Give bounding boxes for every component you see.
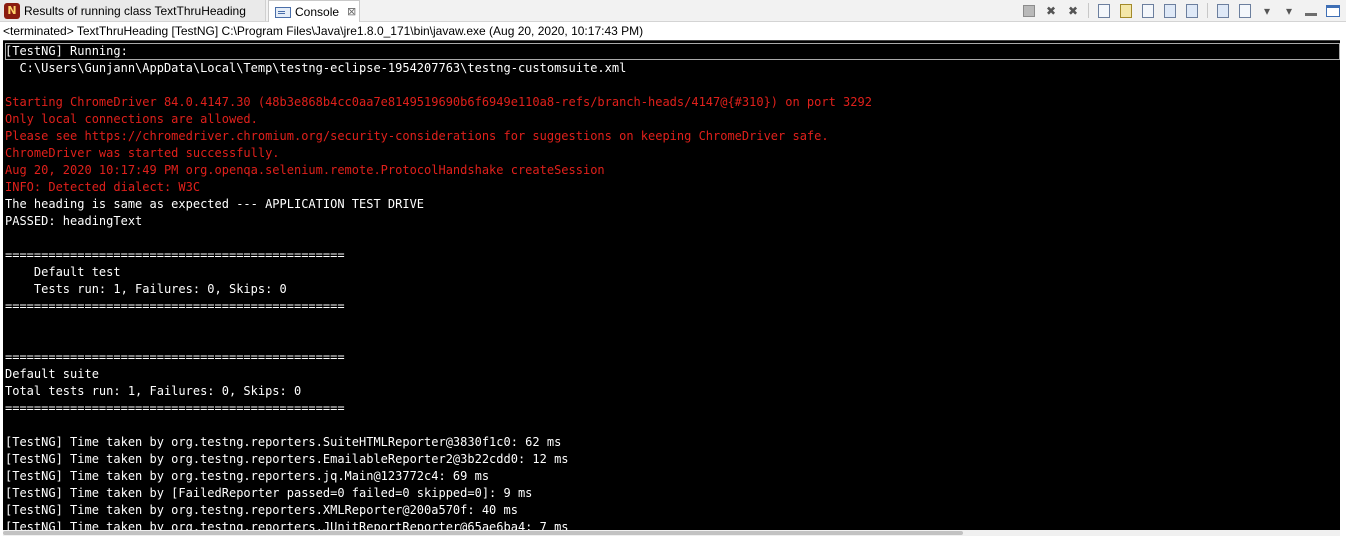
minimize-button[interactable] <box>1302 2 1320 20</box>
scroll-lock-button[interactable] <box>1117 2 1135 20</box>
console-line: [TestNG] Time taken by org.testng.report… <box>5 452 569 466</box>
minimize-icon <box>1305 13 1317 16</box>
view-menu-button[interactable]: ▾ <box>1280 2 1298 20</box>
process-status-label: <terminated> TextThruHeading [TestNG] C:… <box>0 22 1346 40</box>
scroll-lock-icon <box>1120 3 1132 18</box>
maximize-icon <box>1326 4 1340 17</box>
terminate-button[interactable] <box>1020 2 1038 20</box>
console-line: ========================================… <box>5 401 345 415</box>
close-tab-button[interactable]: ⊠ <box>347 5 356 18</box>
show-stderr-button[interactable] <box>1183 2 1201 20</box>
toolbar-separator <box>1207 3 1208 18</box>
horizontal-scrollbar[interactable] <box>3 530 1340 536</box>
pin-console-icon <box>1217 3 1229 18</box>
remove-all-terminated-icon: ✖ <box>1067 3 1079 18</box>
show-stderr-icon <box>1186 3 1198 18</box>
clear-console-icon <box>1098 3 1110 18</box>
console-line: [TestNG] Time taken by org.testng.report… <box>5 435 562 449</box>
tab-testng-results[interactable]: N Results of running class TextThruHeadi… <box>0 0 266 21</box>
view-menu-icon: ▾ <box>1285 3 1293 18</box>
console-toolbar: ✖ ✖ ▾ ▾ <box>1020 1 1342 20</box>
console-line: Aug 20, 2020 10:17:49 PM org.openqa.sele… <box>5 163 605 177</box>
show-stdout-icon <box>1164 3 1176 18</box>
console-line: Tests run: 1, Failures: 0, Skips: 0 <box>5 282 287 296</box>
console-line: [TestNG] Time taken by org.testng.report… <box>5 503 518 517</box>
open-console-button[interactable]: ▾ <box>1258 2 1276 20</box>
console-line: ========================================… <box>5 299 345 313</box>
open-console-icon: ▾ <box>1263 3 1271 18</box>
console-icon <box>275 6 291 18</box>
tab-label: Console <box>295 4 340 19</box>
console-line: The heading is same as expected --- APPL… <box>5 197 425 211</box>
remove-launch-button[interactable]: ✖ <box>1042 2 1060 20</box>
word-wrap-button[interactable] <box>1139 2 1157 20</box>
word-wrap-icon <box>1142 3 1154 18</box>
console-output-area[interactable]: [TestNG] Running: C:\Users\Gunjann\AppDa… <box>3 40 1340 530</box>
console-text[interactable]: [TestNG] Running: C:\Users\Gunjann\AppDa… <box>3 41 1340 530</box>
console-line: INFO: Detected dialect: W3C <box>5 180 201 194</box>
terminate-icon <box>1023 4 1035 17</box>
console-line: Please see https://chromedriver.chromium… <box>5 129 829 143</box>
console-line: [TestNG] Time taken by org.testng.report… <box>5 520 569 530</box>
console-line: [TestNG] Time taken by org.testng.report… <box>5 469 490 483</box>
horizontal-scrollbar-thumb[interactable] <box>3 531 963 535</box>
console-line: ========================================… <box>5 350 345 364</box>
testng-icon: N <box>4 2 20 19</box>
remove-all-terminated-button[interactable]: ✖ <box>1064 2 1082 20</box>
clear-console-button[interactable] <box>1095 2 1113 20</box>
console-line: Default test <box>5 265 121 279</box>
toolbar-separator <box>1088 3 1089 18</box>
display-selected-console-button[interactable] <box>1236 2 1254 20</box>
show-stdout-button[interactable] <box>1161 2 1179 20</box>
view-tab-bar: N Results of running class TextThruHeadi… <box>0 0 1346 22</box>
maximize-button[interactable] <box>1324 2 1342 20</box>
tab-console[interactable]: Console ⊠ <box>268 0 360 22</box>
vertical-scrollbar[interactable] <box>1340 40 1346 530</box>
console-line: Starting ChromeDriver 84.0.4147.30 (48b3… <box>5 95 872 109</box>
console-line: Total tests run: 1, Failures: 0, Skips: … <box>5 384 302 398</box>
console-line: C:\Users\Gunjann\AppData\Local\Temp\test… <box>5 61 627 75</box>
console-line: ChromeDriver was started successfully. <box>5 146 280 160</box>
console-line: ========================================… <box>5 248 345 262</box>
console-line: [TestNG] Time taken by [FailedReporter p… <box>5 486 533 500</box>
tab-label: Results of running class TextThruHeading <box>24 3 246 18</box>
display-selected-console-icon <box>1239 3 1251 18</box>
console-line: Only local connections are allowed. <box>5 112 258 126</box>
console-line: PASSED: headingText <box>5 214 143 228</box>
remove-launch-icon: ✖ <box>1045 3 1057 18</box>
console-line: Default suite <box>5 367 99 381</box>
pin-console-button[interactable] <box>1214 2 1232 20</box>
console-line: [TestNG] Running: <box>5 43 1340 60</box>
